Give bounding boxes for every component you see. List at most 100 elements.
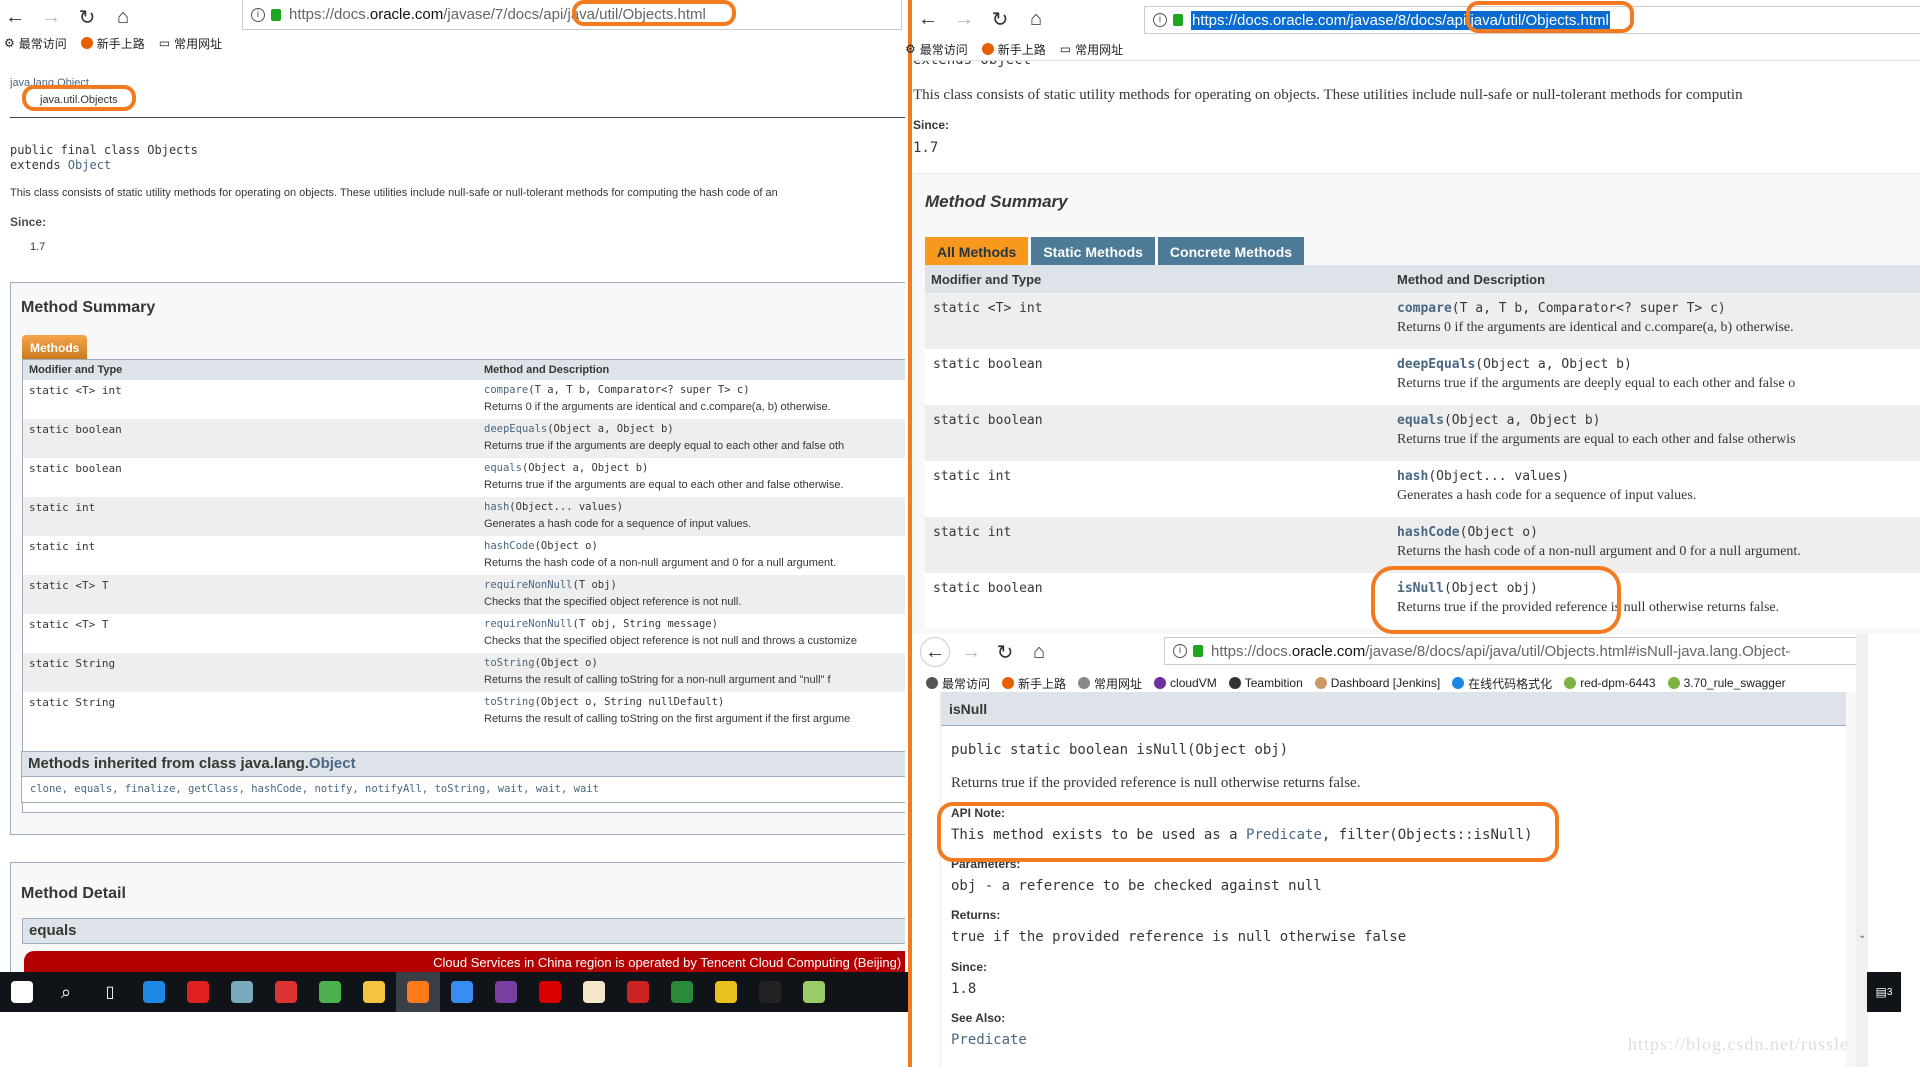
chrome-icon[interactable] <box>308 972 352 1012</box>
method-link[interactable]: hash <box>484 501 509 513</box>
youdao-icon[interactable] <box>176 972 220 1012</box>
tab-all-methods[interactable]: All Methods <box>925 237 1029 265</box>
reload-button[interactable]: ↻ <box>992 639 1018 665</box>
home-button[interactable]: ⌂ <box>110 4 136 30</box>
bookmark-item[interactable]: ▭ 常用网址 <box>159 35 222 52</box>
reload-button[interactable]: ↻ <box>74 4 100 30</box>
rocket-icon[interactable] <box>660 972 704 1012</box>
detail-url-bar[interactable]: i https://docs. oracle.com/javase/8/docs/… <box>1164 637 1858 665</box>
bookmark-item[interactable]: Dashboard [Jenkins] <box>1314 676 1440 690</box>
forward-button[interactable]: → <box>38 4 64 30</box>
method-params: (Object o) <box>534 657 598 669</box>
method-description: Returns the result of calling toString o… <box>484 713 851 725</box>
snail-icon[interactable] <box>264 972 308 1012</box>
bookmark-item[interactable]: 3.70_rule_swagger <box>1667 676 1786 690</box>
search-icon[interactable]: ⌕ <box>44 972 88 1012</box>
tab-methods[interactable]: Methods <box>22 335 88 359</box>
extends-link[interactable]: Object <box>68 158 111 172</box>
tab-concrete-methods[interactable]: Concrete Methods <box>1157 237 1305 265</box>
method-link[interactable]: requireNonNull <box>484 579 573 591</box>
bookmark-item[interactable]: ⚙ 最常访问 <box>905 41 968 58</box>
since-label: Since: <box>951 960 988 974</box>
method-link[interactable]: toString <box>484 696 535 708</box>
inherited-methods-list[interactable]: clone, equals, finalize, getClass, hashC… <box>21 777 905 803</box>
edge-icon[interactable] <box>132 972 176 1012</box>
method-link[interactable]: isNull <box>1397 581 1444 596</box>
method-link[interactable]: hashCode <box>1397 525 1460 540</box>
home-button[interactable]: ⌂ <box>1023 6 1049 32</box>
left-url-bar[interactable]: i https://docs. oracle.com/javase/7/docs/… <box>242 0 902 30</box>
method-link[interactable]: deepEquals <box>484 423 547 435</box>
right-page: extends Object This class consists of st… <box>913 60 1920 634</box>
table-row: static boolean isNull(Object obj) Returns … <box>925 573 1920 629</box>
bookmark-item[interactable]: Teambition <box>1228 676 1303 690</box>
table-row: static boolean deepEquals(Object a, Objec… <box>925 349 1920 405</box>
bookmark-item[interactable]: ▭ 常用网址 <box>1060 41 1123 58</box>
notification-center-button[interactable]: ▤ 3 <box>1867 972 1901 1012</box>
bookmark-item[interactable]: 新手上路 <box>981 41 1046 58</box>
method-tabs: All Methods Static Methods Concrete Meth… <box>925 237 1305 265</box>
bookmark-item[interactable]: 在线代码格式化 <box>1452 675 1552 692</box>
breadcrumb-parent[interactable]: java.lang.Object <box>10 77 89 89</box>
right-url-bar[interactable]: i https://docs.oracle.com/javase/8/docs/… <box>1144 6 1920 34</box>
parameters-value: obj - a reference to be checked against … <box>951 878 1322 894</box>
info-icon: i <box>1173 644 1187 658</box>
see-also-predicate-link[interactable]: Predicate <box>951 1032 1027 1048</box>
feishu-icon[interactable] <box>440 972 484 1012</box>
method-link[interactable]: equals <box>484 462 522 474</box>
file-explorer-icon[interactable] <box>352 972 396 1012</box>
cmd-icon[interactable] <box>748 972 792 1012</box>
java-icon[interactable] <box>572 972 616 1012</box>
method-link[interactable]: deepEquals <box>1397 357 1475 372</box>
reload-button[interactable]: ↻ <box>987 6 1013 32</box>
method-link[interactable]: compare <box>1397 301 1452 316</box>
bookmark-item[interactable]: ⚙ 最常访问 <box>4 35 67 52</box>
bookmark-item[interactable]: 常用网址 <box>1078 675 1142 692</box>
banner-text: Cloud Services in China region is operat… <box>433 955 905 970</box>
bookmark-icon <box>1154 677 1167 689</box>
paint-icon[interactable] <box>220 972 264 1012</box>
home-button[interactable]: ⌂ <box>1026 639 1052 665</box>
table-row: static <T> int compare(T a, T b, Comparat… <box>23 380 905 419</box>
url-domain: oracle.com <box>1291 642 1366 660</box>
method-link[interactable]: hashCode <box>484 540 535 552</box>
bookmark-item[interactable]: red-dpm-6443 <box>1564 676 1656 690</box>
windows-start-icon[interactable] <box>0 972 44 1012</box>
back-button[interactable]: ← <box>2 4 28 30</box>
predicate-link[interactable]: Predicate <box>1246 827 1322 843</box>
method-link[interactable]: requireNonNull <box>484 618 573 630</box>
since-value: 1.8 <box>951 981 977 997</box>
method-summary-text: Returns true if the provided reference i… <box>951 775 1361 791</box>
back-button[interactable]: ← <box>920 637 950 667</box>
back-button[interactable]: ← <box>915 6 941 32</box>
bookmark-item[interactable]: 新手上路 <box>80 35 145 52</box>
firefox-icon[interactable] <box>396 972 440 1012</box>
extends-cut: extends Object <box>913 60 1032 68</box>
task-view-icon[interactable]: ▯ <box>88 972 132 1012</box>
tab-static-methods[interactable]: Static Methods <box>1031 237 1155 265</box>
since-label: Since: <box>10 215 47 229</box>
method-link[interactable]: hash <box>1397 469 1428 484</box>
method-link[interactable]: equals <box>1397 413 1444 428</box>
method-link[interactable]: toString <box>484 657 535 669</box>
table-row: static int hashCode(Object o) Returns the … <box>925 517 1920 573</box>
notepad-icon[interactable] <box>792 972 836 1012</box>
bookmark-icon <box>926 677 938 689</box>
acrobat-icon[interactable] <box>528 972 572 1012</box>
bookmark-item[interactable]: 新手上路 <box>1002 675 1066 692</box>
inherited-object-link[interactable]: Object <box>309 755 356 772</box>
inherited-title: Methods inherited from class java.lang. <box>28 755 309 772</box>
mf-icon[interactable] <box>704 972 748 1012</box>
method-description: Returns the result of calling toString f… <box>484 674 831 686</box>
bookmark-item[interactable]: cloudVM <box>1154 676 1217 690</box>
extends-keyword: extends <box>10 158 68 172</box>
forward-button[interactable]: → <box>958 639 984 665</box>
table-row: static int hashCode(Object o) Returns the … <box>23 536 905 575</box>
method-link[interactable]: compare <box>484 384 528 396</box>
redis-icon[interactable] <box>616 972 660 1012</box>
bookmark-item[interactable]: 最常访问 <box>926 675 990 692</box>
intellij-icon[interactable] <box>484 972 528 1012</box>
table-row: static boolean deepEquals(Object a, Objec… <box>23 419 905 458</box>
right-bookmarks-bar: ⚙ 最常访问 新手上路 ▭ 常用网址 <box>905 41 1123 57</box>
forward-button[interactable]: → <box>951 6 977 32</box>
